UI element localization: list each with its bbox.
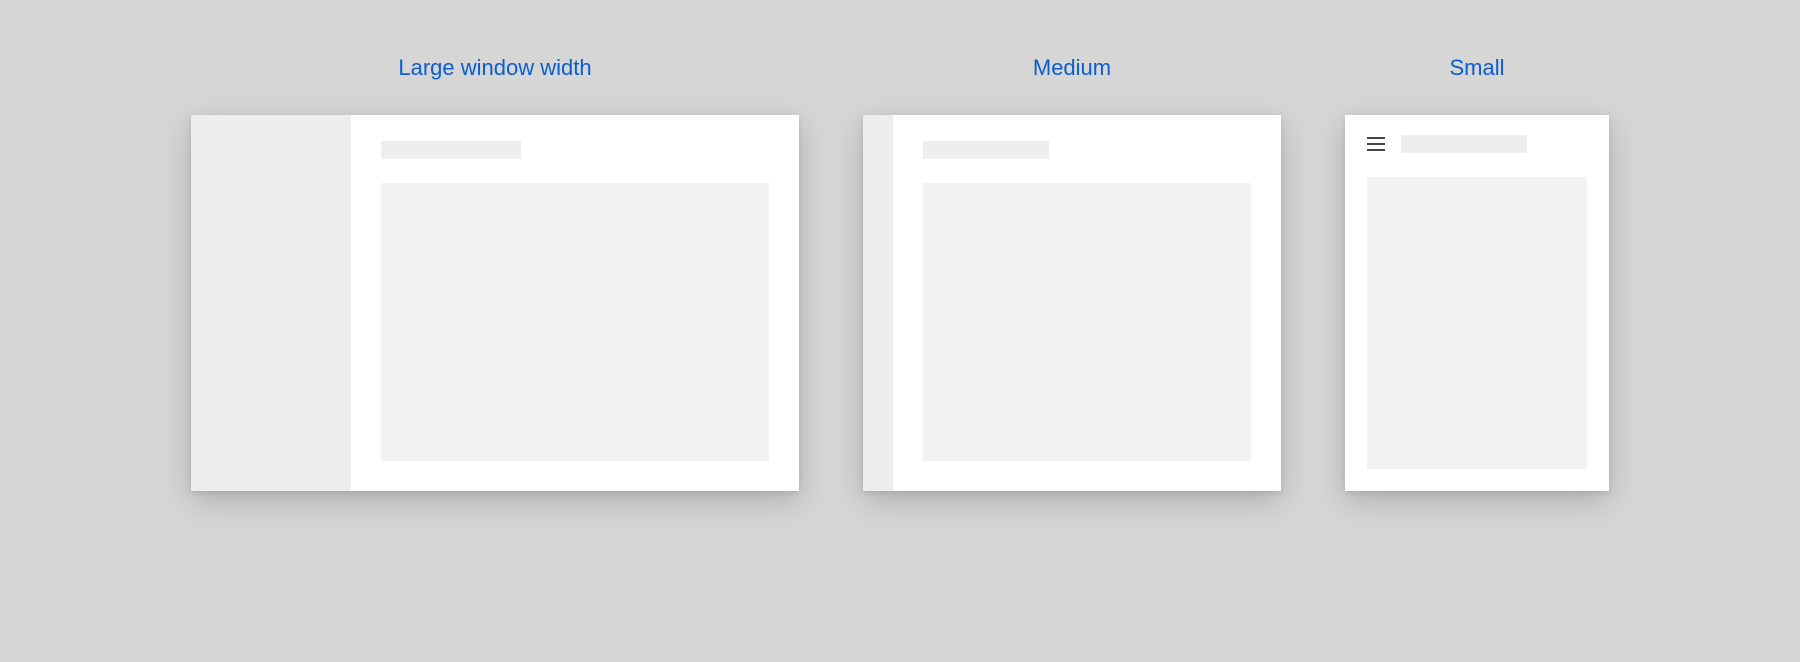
content-body-placeholder [381, 183, 769, 461]
window-large [191, 115, 799, 491]
labels-row: Large window width Medium Small [0, 55, 1800, 81]
title-placeholder [381, 141, 521, 159]
content-area [893, 115, 1281, 491]
content-body-placeholder [1367, 177, 1587, 469]
title-placeholder [1401, 135, 1527, 153]
title-placeholder [923, 141, 1049, 159]
frames-row [0, 115, 1800, 491]
label-small: Small [1449, 55, 1504, 81]
label-medium: Medium [1033, 55, 1111, 81]
window-small [1345, 115, 1609, 491]
sidebar-rail-placeholder [863, 115, 893, 491]
sidebar-placeholder [191, 115, 351, 491]
hamburger-icon[interactable] [1367, 137, 1385, 151]
content-area [1345, 115, 1609, 491]
content-body-placeholder [923, 183, 1251, 461]
window-medium [863, 115, 1281, 491]
label-large: Large window width [398, 55, 591, 81]
content-area [351, 115, 799, 491]
